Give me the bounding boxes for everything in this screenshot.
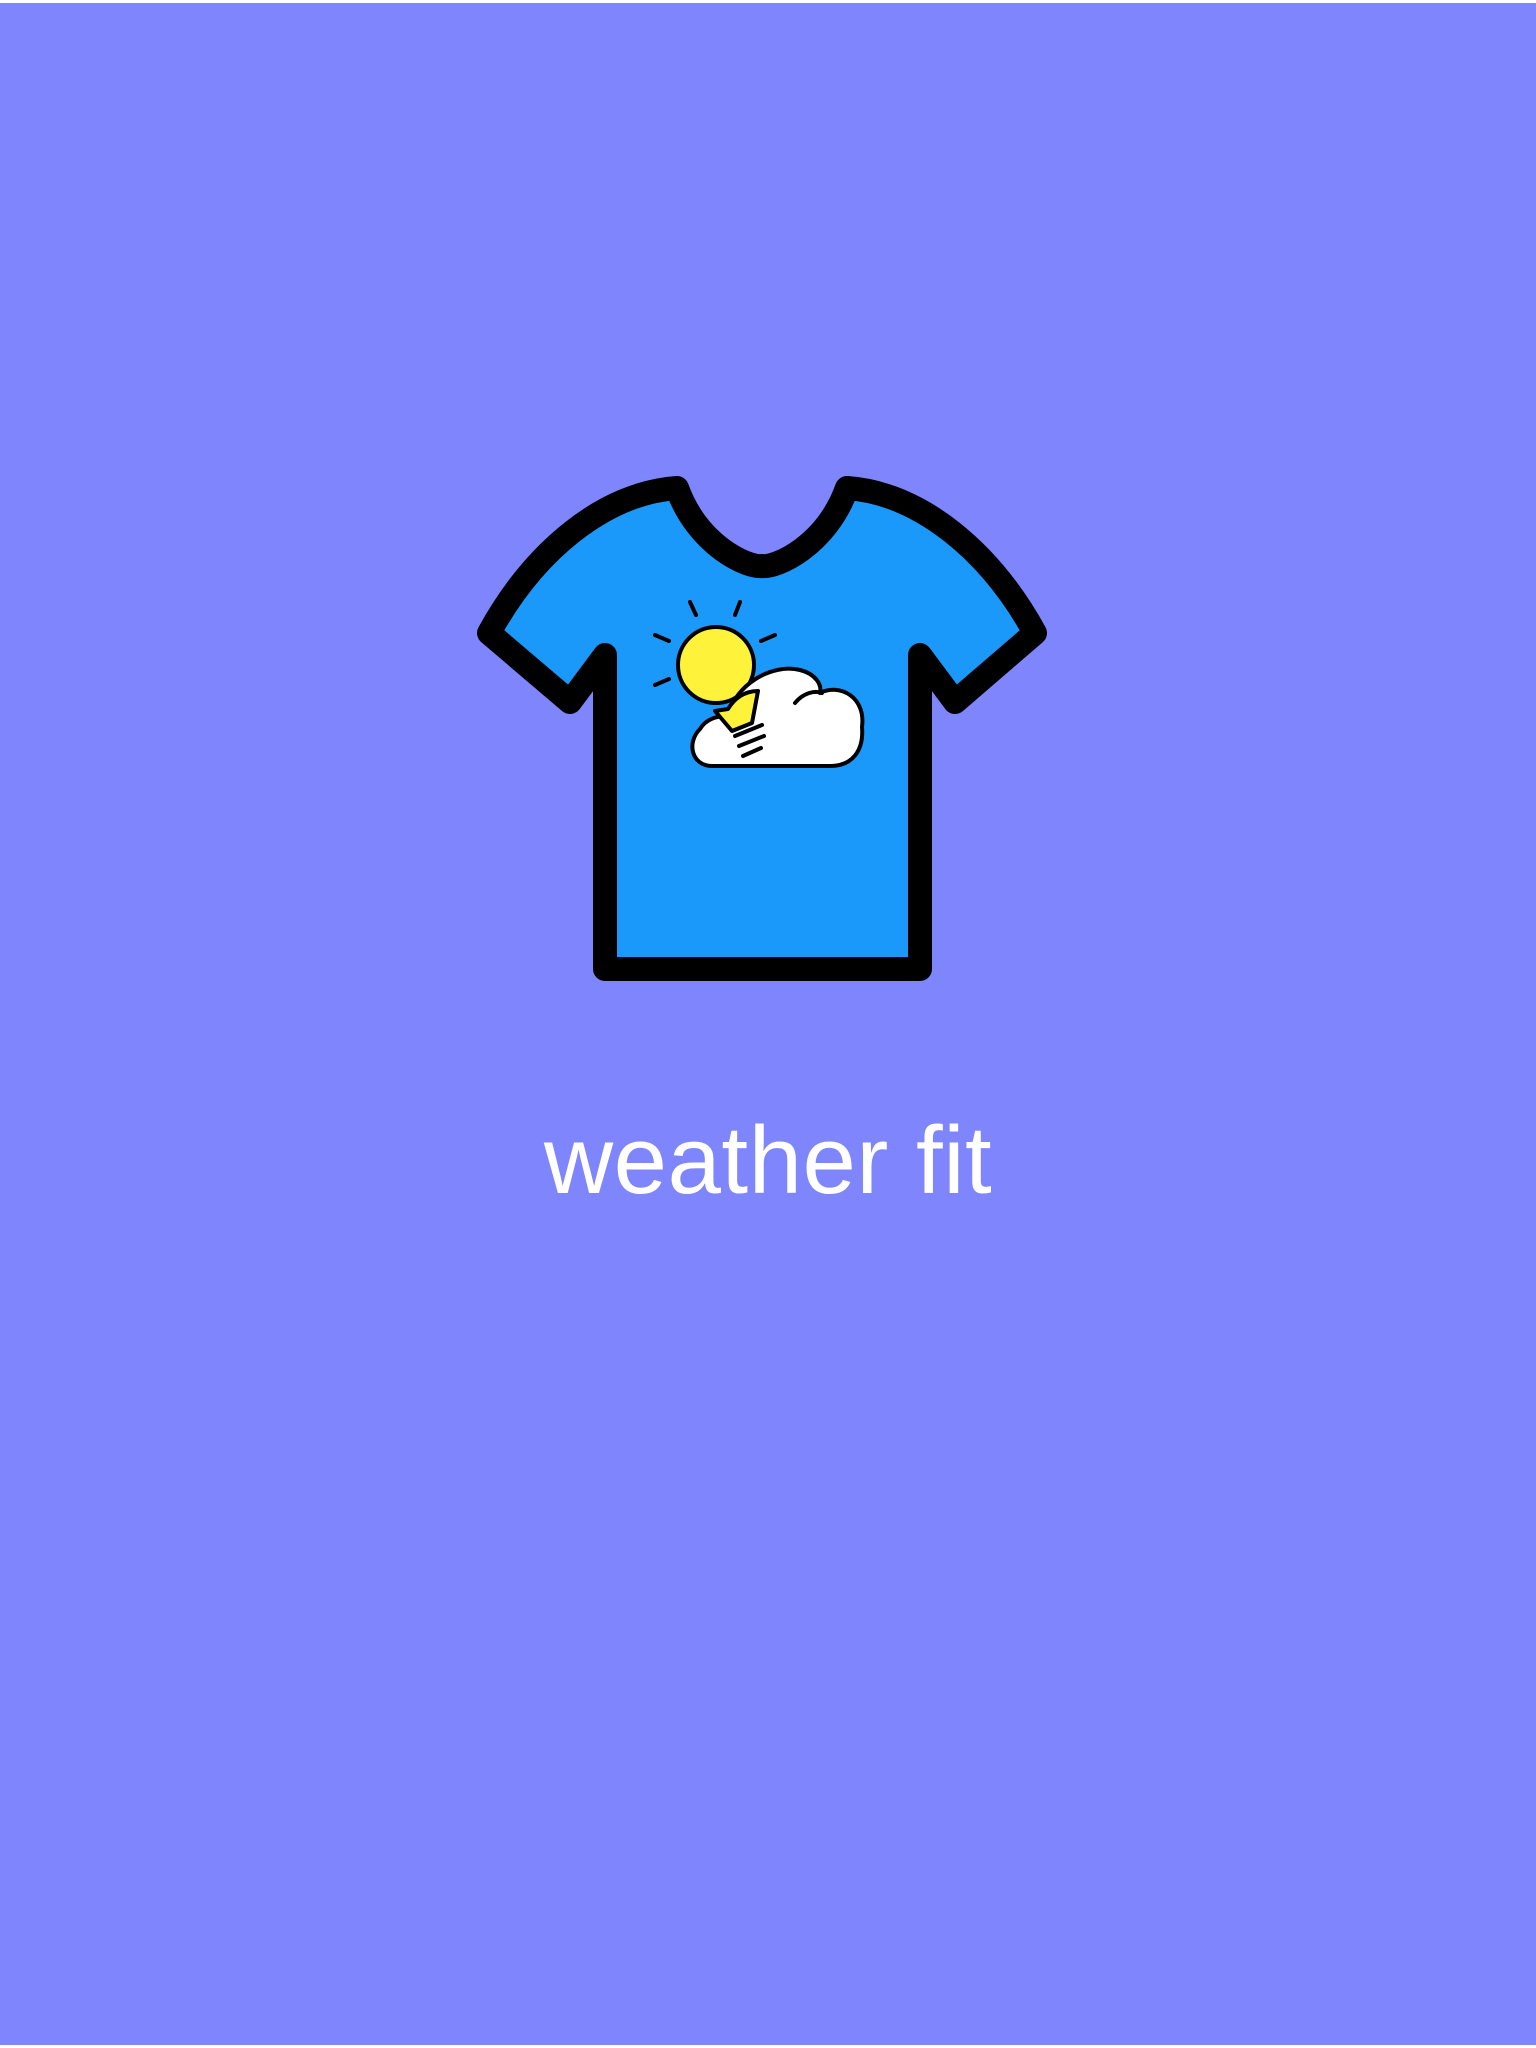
tshirt-weather-icon [477, 476, 1047, 981]
splash-screen: weather fit [0, 3, 1536, 2045]
app-title: weather fit [543, 1107, 993, 1214]
